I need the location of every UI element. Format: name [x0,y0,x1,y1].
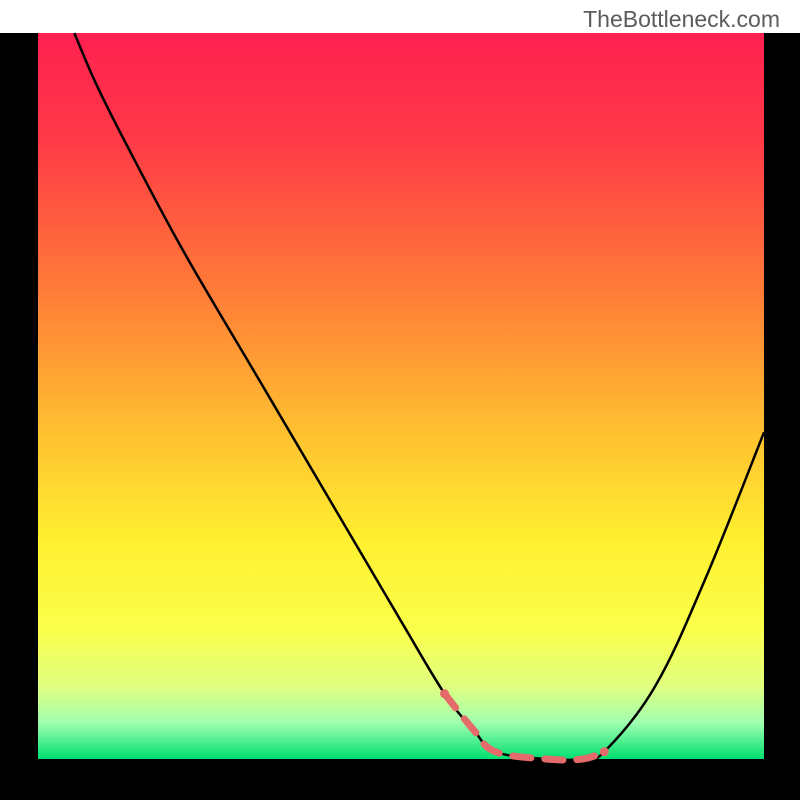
highlight-endpoint [440,689,449,698]
chart-container: TheBottleneck.com [0,0,800,800]
watermark-text: TheBottleneck.com [583,6,780,33]
plot-background [38,33,764,759]
bottleneck-chart [0,0,800,800]
highlight-endpoint [600,747,609,756]
